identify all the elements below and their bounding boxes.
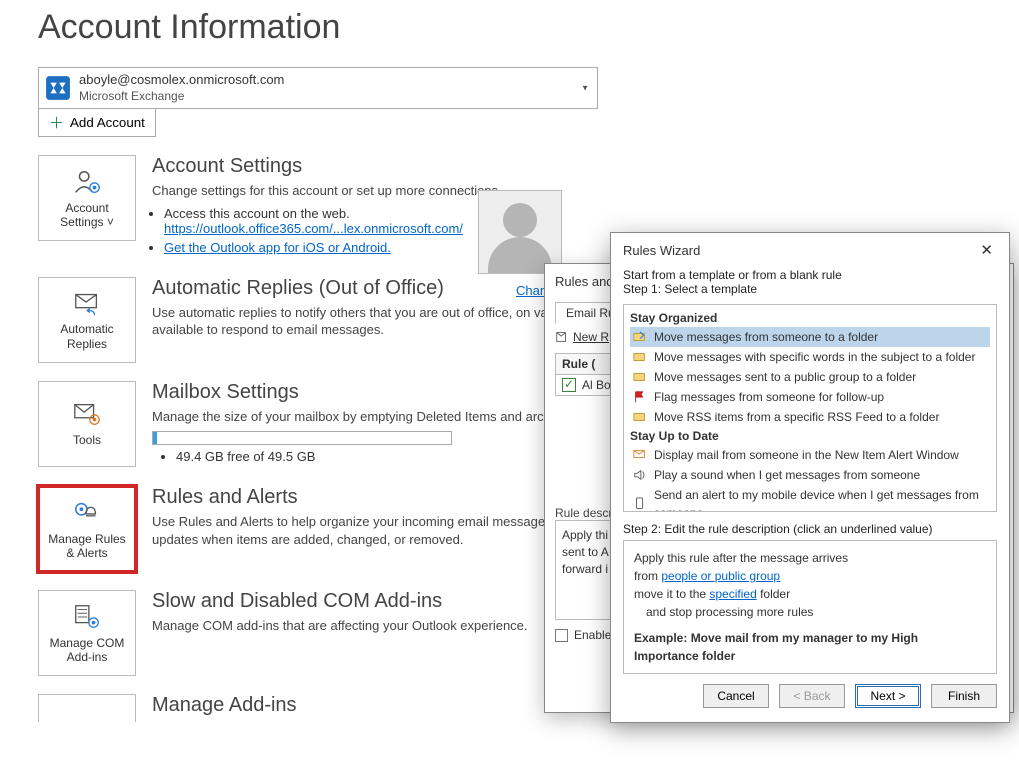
- back-button[interactable]: < Back: [779, 684, 845, 708]
- section-desc: Manage COM add-ins that are affecting yo…: [152, 617, 592, 635]
- template-item[interactable]: Move RSS items from a specific RSS Feed …: [630, 407, 990, 427]
- template-item[interactable]: Play a sound when I get messages from so…: [630, 465, 990, 485]
- template-list[interactable]: Stay Organized Move messages from someon…: [623, 304, 997, 512]
- add-account-label: Add Account: [70, 115, 145, 130]
- section-heading: Slow and Disabled COM Add-ins: [152, 590, 592, 613]
- envelope-reply-icon: [72, 288, 102, 318]
- people-or-group-link[interactable]: people or public group: [661, 569, 780, 583]
- template-item[interactable]: Flag messages from someone for follow-up: [630, 387, 990, 407]
- checkbox-checked-icon[interactable]: [562, 378, 576, 392]
- plus-icon: ＋: [49, 112, 64, 133]
- folder-move-icon: [632, 410, 648, 424]
- folder-move-icon: [632, 330, 648, 344]
- checkbox-icon: [555, 629, 568, 642]
- template-item[interactable]: Move messages sent to a public group to …: [630, 367, 990, 387]
- template-item[interactable]: Send an alert to my mobile device when I…: [630, 485, 990, 512]
- mobile-app-link[interactable]: Get the Outlook app for iOS or Android.: [164, 240, 391, 255]
- new-rule-button[interactable]: New R: [555, 330, 609, 344]
- mobile-icon: [632, 497, 648, 511]
- folder-move-icon: [632, 350, 648, 364]
- wizard-title: Rules Wizard: [623, 243, 700, 258]
- desc-line: Apply this rule after the message arrive…: [634, 549, 986, 567]
- person-gear-icon: [72, 167, 102, 197]
- template-group-heading: Stay Organized: [630, 311, 990, 325]
- section-heading: Manage Add-ins: [152, 694, 592, 717]
- tile-label: Account Settings ˅: [43, 201, 131, 230]
- desc-example: Example: Move mail from my manager to my…: [634, 629, 986, 665]
- template-item[interactable]: Display mail from someone in the New Ite…: [630, 445, 990, 465]
- finish-button[interactable]: Finish: [931, 684, 997, 708]
- manage-rules-alerts-tile[interactable]: Manage Rules & Alerts: [38, 486, 136, 572]
- account-selector[interactable]: aboyle@cosmolex.onmicrosoft.com Microsof…: [38, 67, 598, 109]
- account-email: aboyle@cosmolex.onmicrosoft.com: [79, 72, 591, 88]
- tools-tile[interactable]: Tools: [38, 381, 136, 467]
- cancel-button[interactable]: Cancel: [703, 684, 769, 708]
- manage-addins-tile[interactable]: [38, 694, 136, 722]
- avatar: [478, 190, 562, 274]
- addin-gear-icon: [72, 602, 102, 632]
- page-title: Account Information: [38, 8, 1019, 47]
- desc-line: from people or public group: [634, 567, 986, 585]
- step2-label: Step 2: Edit the rule description (click…: [611, 512, 1009, 538]
- account-settings-tile[interactable]: Account Settings ˅: [38, 155, 136, 241]
- new-rule-icon: [555, 330, 569, 344]
- desc-line: and stop processing more rules: [646, 603, 986, 621]
- storage-free-text: 49.4 GB free of 49.5 GB: [176, 449, 592, 464]
- step1-label: Step 1: Select a template: [611, 282, 1009, 300]
- close-button[interactable]: ✕: [974, 241, 999, 260]
- gear-bell-icon: [72, 498, 102, 528]
- tile-label: Manage Rules & Alerts: [43, 532, 131, 561]
- tile-label: Manage COM Add-ins: [43, 636, 131, 665]
- account-type: Microsoft Exchange: [79, 89, 591, 104]
- wizard-subtitle: Start from a template or from a blank ru…: [611, 266, 1009, 282]
- mailbox-gear-icon: [72, 399, 102, 429]
- desc-line: move it to the specified folder: [634, 585, 986, 603]
- sound-icon: [632, 468, 648, 482]
- tile-label: Tools: [73, 433, 101, 447]
- template-group-heading: Stay Up to Date: [630, 429, 990, 443]
- flag-icon: [632, 390, 648, 404]
- rule-description-box: Apply this rule after the message arrive…: [623, 540, 997, 674]
- next-button[interactable]: Next >: [855, 684, 921, 708]
- section-desc: Use Rules and Alerts to help organize yo…: [152, 513, 592, 548]
- tile-label: Automatic Replies: [43, 322, 131, 351]
- section-heading: Account Settings: [152, 155, 592, 178]
- folder-move-icon: [632, 370, 648, 384]
- add-account-button[interactable]: ＋ Add Account: [38, 109, 156, 137]
- template-item[interactable]: Move messages from someone to a folder: [630, 327, 990, 347]
- section-desc: Manage the size of your mailbox by empty…: [152, 408, 592, 426]
- owa-link[interactable]: https://outlook.office365.com/...lex.onm…: [164, 221, 463, 236]
- section-desc: Use automatic replies to notify others t…: [152, 304, 592, 339]
- manage-com-addins-tile[interactable]: Manage COM Add-ins: [38, 590, 136, 676]
- storage-bar: [152, 431, 452, 445]
- chevron-down-icon: ▼: [581, 84, 589, 93]
- specified-folder-link[interactable]: specified: [709, 587, 756, 601]
- alert-icon: [632, 448, 648, 462]
- section-heading: Mailbox Settings: [152, 381, 592, 404]
- automatic-replies-tile[interactable]: Automatic Replies: [38, 277, 136, 363]
- exchange-icon: [45, 75, 71, 101]
- rules-wizard-dialog: Rules Wizard ✕ Start from a template or …: [610, 232, 1010, 723]
- section-heading: Rules and Alerts: [152, 486, 592, 509]
- template-item[interactable]: Move messages with specific words in the…: [630, 347, 990, 367]
